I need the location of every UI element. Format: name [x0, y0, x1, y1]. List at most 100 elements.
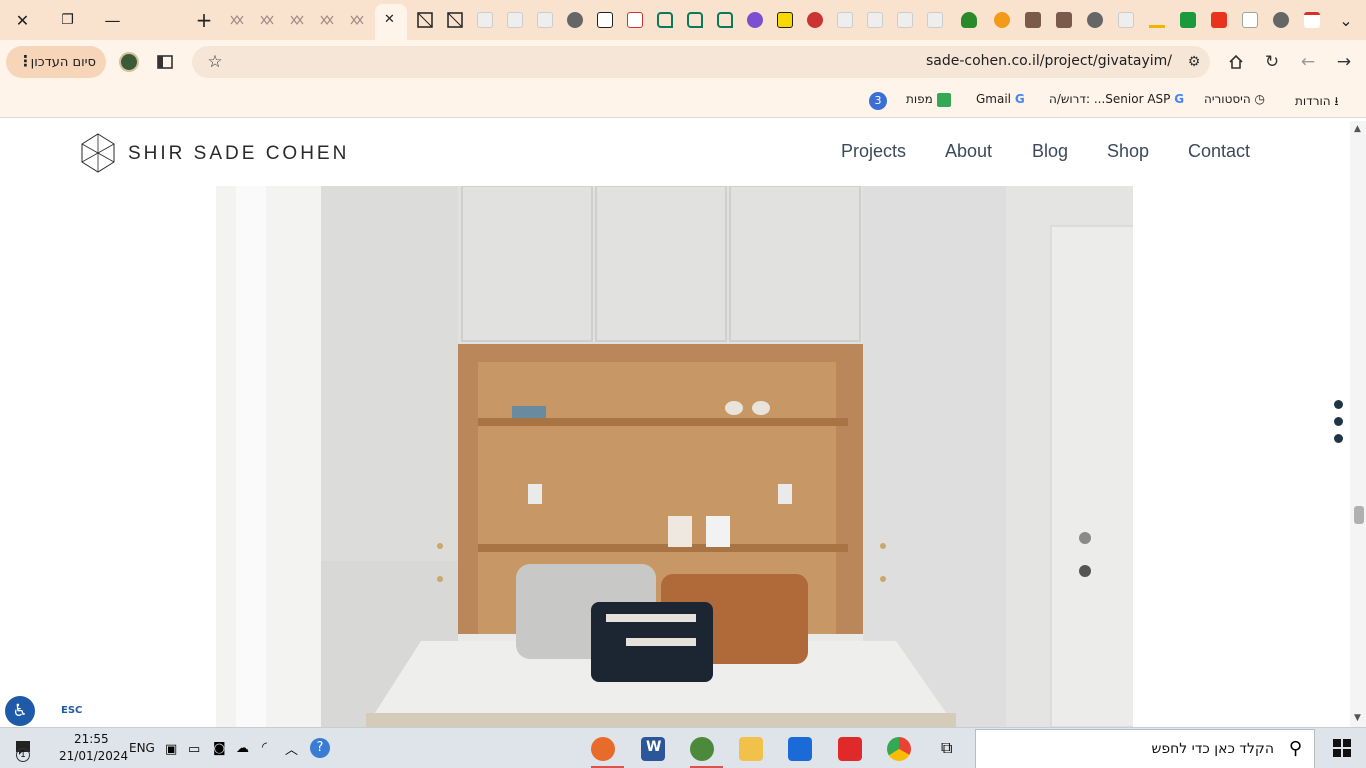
- side-panel-button[interactable]: [153, 50, 177, 74]
- tab[interactable]: [893, 8, 917, 32]
- minimize-window-button[interactable]: —: [90, 0, 135, 40]
- scroll-down-icon[interactable]: ▼: [1354, 713, 1361, 723]
- tab[interactable]: [923, 8, 947, 32]
- bookmark-maps[interactable]: מפות: [906, 92, 951, 107]
- forward-button[interactable]: ←: [1296, 50, 1320, 74]
- slide-dot[interactable]: [1334, 417, 1343, 426]
- tab[interactable]: [743, 8, 767, 32]
- tab[interactable]: [593, 8, 617, 32]
- tab[interactable]: [255, 8, 279, 32]
- nav-about[interactable]: About: [945, 141, 992, 162]
- site-icon: [477, 12, 493, 28]
- onedrive-icon[interactable]: ☁: [236, 741, 249, 756]
- tab[interactable]: [1300, 8, 1324, 32]
- tab[interactable]: [833, 8, 857, 32]
- taskbar-app-acrobat[interactable]: [838, 737, 862, 761]
- tab[interactable]: [990, 8, 1014, 32]
- scroll-thumb[interactable]: [1354, 506, 1364, 524]
- tab[interactable]: [653, 8, 677, 32]
- tab[interactable]: [1145, 8, 1169, 32]
- nav-shop[interactable]: Shop: [1107, 141, 1149, 162]
- tab[interactable]: [713, 8, 737, 32]
- site-icon: [1242, 12, 1258, 28]
- page-scrollbar[interactable]: ▲ ▼: [1350, 121, 1366, 727]
- slide-dot[interactable]: [1334, 400, 1343, 409]
- url-text[interactable]: sade-cohen.co.il/project/givatayim/: [926, 53, 1172, 69]
- language-indicator[interactable]: ENG: [129, 741, 155, 755]
- bookmark-history[interactable]: היסטוריה ◷: [1204, 92, 1265, 106]
- taskbar-search[interactable]: הקלד כאן כדי לחפש ⚲: [975, 729, 1315, 768]
- wifi-icon[interactable]: ◜: [262, 740, 267, 755]
- address-bar[interactable]: ☆ sade-cohen.co.il/project/givatayim/ ⚙: [192, 46, 1210, 78]
- meet-icon[interactable]: ▣: [165, 742, 177, 757]
- bookmark-gmail[interactable]: Gmail G: [976, 92, 1025, 106]
- site-settings-button[interactable]: ⚙: [1182, 50, 1206, 74]
- taskbar-app-chrome[interactable]: [887, 737, 911, 761]
- taskbar-app-explorer[interactable]: [739, 737, 763, 761]
- clock-time[interactable]: 21:55: [74, 732, 109, 746]
- tab[interactable]: [345, 8, 369, 32]
- restore-window-button[interactable]: ❐: [45, 0, 90, 40]
- site-logo-text[interactable]: SHIR SADE COHEN: [128, 143, 349, 165]
- camera-icon[interactable]: ◙: [213, 741, 226, 756]
- tab[interactable]: [1021, 8, 1045, 32]
- taskbar-app-store[interactable]: [788, 737, 812, 761]
- taskbar-app-chrome-avatar[interactable]: [690, 737, 714, 761]
- task-view-icon[interactable]: ⧉: [941, 738, 952, 758]
- tab[interactable]: [413, 8, 437, 32]
- reload-button[interactable]: ↻: [1260, 50, 1284, 74]
- back-button[interactable]: →: [1332, 50, 1356, 74]
- tab[interactable]: [803, 8, 827, 32]
- tab[interactable]: [225, 8, 249, 32]
- battery-icon[interactable]: ▭: [188, 742, 200, 757]
- tab[interactable]: [443, 8, 467, 32]
- new-tab-button[interactable]: +: [183, 0, 225, 40]
- logo-icon[interactable]: [81, 133, 115, 173]
- bookmark-label: הורדות: [1295, 94, 1331, 108]
- clock-date[interactable]: 21/01/2024: [59, 749, 128, 763]
- tab[interactable]: [863, 8, 887, 32]
- help-icon[interactable]: ?: [310, 738, 330, 758]
- start-button[interactable]: [1318, 728, 1366, 768]
- close-tab-icon[interactable]: ✕: [384, 12, 395, 27]
- bookmark-downloads[interactable]: הורדות ⭳: [1295, 92, 1339, 113]
- home-button[interactable]: [1224, 50, 1248, 74]
- tab[interactable]: [503, 8, 527, 32]
- tab[interactable]: [623, 8, 647, 32]
- tab[interactable]: [1269, 8, 1293, 32]
- tab[interactable]: [1238, 8, 1262, 32]
- slide-dot[interactable]: [1334, 434, 1343, 443]
- tab[interactable]: [1114, 8, 1138, 32]
- tab[interactable]: [1052, 8, 1076, 32]
- accessibility-esc[interactable]: ESC: [61, 705, 82, 716]
- close-window-button[interactable]: ✕: [0, 0, 45, 40]
- tab[interactable]: [315, 8, 339, 32]
- tab[interactable]: [563, 8, 587, 32]
- scroll-up-icon[interactable]: ▲: [1354, 124, 1361, 134]
- tab[interactable]: [533, 8, 557, 32]
- tab[interactable]: [473, 8, 497, 32]
- tab[interactable]: [957, 8, 981, 32]
- update-label: סיום העדכון: [30, 54, 96, 70]
- taskbar-app-chrome-profile[interactable]: [591, 737, 615, 761]
- bookmark-badge[interactable]: 3: [869, 92, 887, 110]
- tab[interactable]: [1207, 8, 1231, 32]
- tab[interactable]: [1083, 8, 1107, 32]
- bookmark-star-button[interactable]: ☆: [203, 50, 227, 74]
- bookmark-job[interactable]: דרוש/ה: ...Senior ASP G: [1049, 92, 1184, 106]
- chevron-up-icon[interactable]: ︿: [285, 739, 298, 758]
- profile-avatar[interactable]: [117, 50, 141, 74]
- tab[interactable]: [683, 8, 707, 32]
- nav-projects[interactable]: Projects: [841, 141, 906, 162]
- update-profile-button[interactable]: ⋮ סיום העדכון: [6, 46, 106, 78]
- taskbar-app-word[interactable]: W: [641, 737, 665, 761]
- active-tab[interactable]: ✕: [375, 4, 407, 40]
- pattern-icon: [350, 15, 364, 25]
- nav-contact[interactable]: Contact: [1188, 141, 1250, 162]
- tab-search-button[interactable]: ⌄: [1326, 0, 1366, 40]
- accessibility-button[interactable]: ♿: [5, 696, 35, 726]
- tab[interactable]: [773, 8, 797, 32]
- tab[interactable]: [1176, 8, 1200, 32]
- tab[interactable]: [285, 8, 309, 32]
- nav-blog[interactable]: Blog: [1032, 141, 1068, 162]
